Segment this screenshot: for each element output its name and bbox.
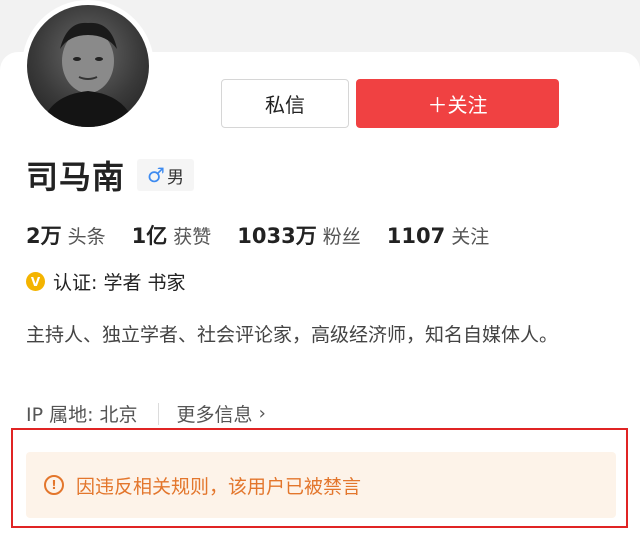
stat-label: 粉丝 [322,226,361,248]
highlight-box [11,428,628,528]
more-info-link[interactable]: 更多信息 › [177,400,266,427]
stat-followers[interactable]: 1033万 粉丝 [237,220,360,250]
stat-number: 1107 [386,224,446,248]
name-row: 司马南 ♂ 男 [26,152,194,198]
gender-tag: ♂ 男 [137,159,194,191]
stat-number: 1033万 [237,224,317,248]
stat-label: 获赞 [173,226,212,248]
message-button[interactable]: 私信 [221,79,349,128]
divider [157,402,159,425]
male-icon: ♂ [147,163,165,187]
verification-text: 认证: 学者 书家 [53,272,186,294]
stat-label: 头条 [67,226,106,248]
verified-badge-icon: V [26,272,45,291]
avatar-portrait-icon [41,22,135,127]
stat-posts[interactable]: 2万 头条 [26,220,106,250]
gender-label: 男 [166,167,184,188]
follow-button[interactable]: ＋关注 [356,79,559,128]
stat-following[interactable]: 1107 关注 [387,222,489,249]
stat-label: 关注 [451,226,490,248]
avatar[interactable] [22,0,154,132]
profile-name: 司马南 [26,158,126,196]
bio-text: 主持人、独立学者、社会评论家，高级经济师，知名自媒体人。 [26,324,559,346]
stat-likes: 1亿 获赞 [132,220,212,250]
ip-location: IP 属地: 北京 [26,404,138,426]
meta-row: IP 属地: 北京 更多信息 › [26,400,266,427]
more-info-label: 更多信息 [176,404,253,426]
verification-row: V 认证: 学者 书家 [26,268,185,295]
chevron-right-icon: › [258,403,266,424]
stat-number: 2万 [26,224,62,248]
stat-number: 1亿 [131,224,168,248]
stats-row: 2万 头条 1亿 获赞 1033万 粉丝 1107 关注 [26,220,515,250]
avatar-image [27,5,149,127]
